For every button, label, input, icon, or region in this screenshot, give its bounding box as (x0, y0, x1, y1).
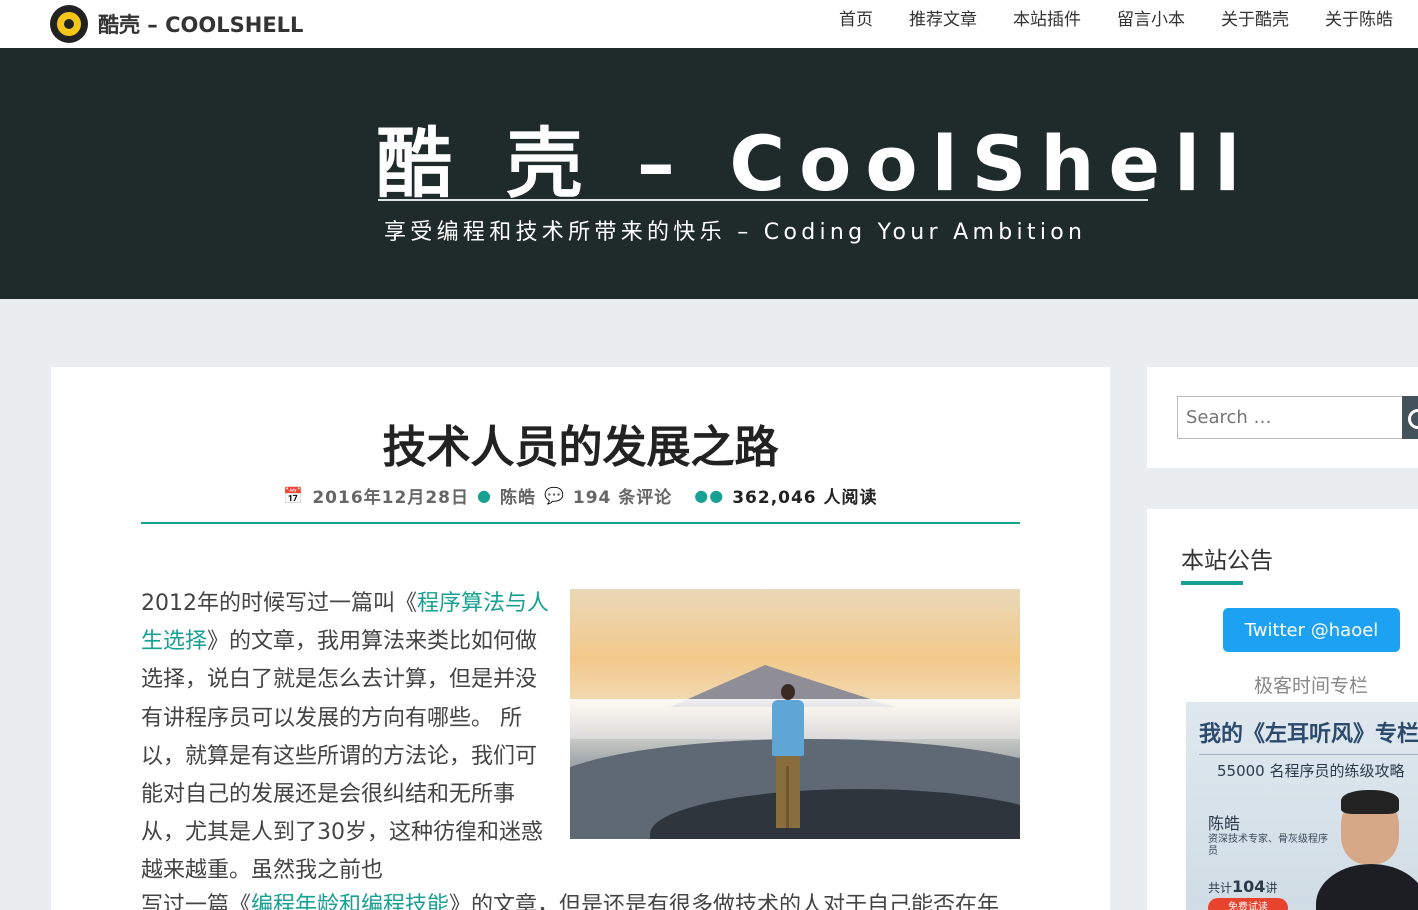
hero-title[interactable]: 酷 壳 – CoolShell (376, 102, 1240, 212)
text-segment: 》的文章，但是还是有很多做技术的人对于自己能否在年 (449, 893, 1000, 910)
post-meta: 📅 2016年12月28日 ● 陈皓 💬 194 条评论 ●● 362,046 … (51, 483, 1110, 508)
site-logo[interactable]: 酷壳 – COOLSHELL (50, 0, 303, 48)
hero-tagline: 享受编程和技术所带来的快乐 – Coding Your Ambition (384, 220, 1087, 245)
promo-author-desc: 资深技术专家、骨灰级程序员 (1208, 834, 1328, 857)
nav-about-chenhao[interactable]: 关于陈皓 (1325, 5, 1393, 30)
comments-icon: 💬 (543, 486, 565, 505)
person-torso (772, 700, 804, 756)
nav-recommended[interactable]: 推荐文章 (909, 5, 977, 30)
promo-divider (1199, 754, 1418, 755)
author-portrait (1316, 790, 1418, 910)
notice-title: 本站公告 (1181, 548, 1273, 574)
text-segment: 2012年的时候写过一篇叫《 (141, 591, 417, 616)
nav-guestbook[interactable]: 留言小本 (1117, 5, 1185, 30)
post-title[interactable]: 技术人员的发展之路 (51, 411, 1110, 475)
calendar-icon: 📅 (283, 486, 305, 505)
promo-lesson-count: 共计104讲 (1208, 877, 1277, 896)
geektime-label: 极客时间专栏 (1253, 675, 1368, 697)
hero-banner: 酷 壳 – CoolShell 享受编程和技术所带来的快乐 – Coding Y… (0, 48, 1418, 299)
search-input[interactable] (1177, 396, 1403, 439)
free-trial-button[interactable]: 免费试读 (1208, 898, 1288, 910)
column-promo-banner[interactable]: 我的《左耳听风》专栏 55000 名程序员的练级攻略 陈皓 资深技术专家、骨灰级… (1186, 702, 1418, 910)
count-suffix: 讲 (1265, 881, 1278, 895)
post-reads: 362,046 人阅读 (732, 488, 878, 508)
post-date[interactable]: 2016年12月28日 (312, 483, 469, 508)
users-icon: ●● (694, 486, 725, 505)
count-number: 104 (1232, 877, 1266, 896)
promo-subtitle: 55000 名程序员的练级攻略 (1217, 762, 1405, 780)
nav-about-coolshell[interactable]: 关于酷壳 (1221, 5, 1289, 30)
post-featured-image (570, 589, 1020, 839)
main-nav: 首页 推荐文章 本站插件 留言小本 关于酷壳 关于陈皓 (839, 0, 1393, 34)
search-widget (1147, 367, 1418, 468)
nav-plugins[interactable]: 本站插件 (1013, 5, 1081, 30)
meta-divider (141, 522, 1020, 524)
person-head (781, 684, 795, 700)
person-figure (770, 684, 806, 834)
person-legs (776, 756, 800, 828)
user-icon: ● (476, 486, 492, 505)
twitter-follow-button[interactable]: Twitter @haoel (1223, 608, 1400, 652)
notice-title-underline (1181, 581, 1243, 585)
nav-home[interactable]: 首页 (839, 5, 873, 30)
promo-title: 我的《左耳听风》专栏 (1199, 722, 1418, 747)
top-navbar: 酷壳 – COOLSHELL 首页 推荐文章 本站插件 留言小本 关于酷壳 关于… (0, 0, 1418, 48)
post-paragraph: 2012年的时候写过一篇叫《程序算法与人生选择》的文章，我用算法来类比如何做选择… (141, 585, 549, 891)
search-button[interactable] (1402, 396, 1418, 439)
article-card: 技术人员的发展之路 📅 2016年12月28日 ● 陈皓 💬 194 条评论 ●… (51, 367, 1110, 910)
hero-divider (378, 199, 1148, 201)
post-author[interactable]: 陈皓 (500, 483, 536, 508)
count-prefix: 共计 (1208, 881, 1233, 895)
link-programming-age-article[interactable]: 编程年龄和编程技能 (251, 893, 449, 910)
post-paragraph-continued: 写过一篇《编程年龄和编程技能》的文章，但是还是有很多做技术的人对于自己能否在年 (141, 887, 1041, 910)
portrait-hair (1341, 790, 1399, 814)
text-segment: 》的文章，我用算法来类比如何做选择，说白了就是怎么去计算，但是并没有讲程序员可以… (141, 629, 543, 884)
promo-author-name: 陈皓 (1208, 814, 1241, 833)
notice-widget: 本站公告 Twitter @haoel 极客时间专栏 我的《左耳听风》专栏 55… (1147, 509, 1418, 910)
coolshell-logo-icon (50, 5, 88, 43)
portrait-body (1316, 864, 1418, 910)
logo-text: 酷壳 – COOLSHELL (98, 13, 304, 37)
post-comments[interactable]: 194 条评论 (573, 483, 672, 508)
text-segment: 写过一篇《 (141, 893, 252, 910)
